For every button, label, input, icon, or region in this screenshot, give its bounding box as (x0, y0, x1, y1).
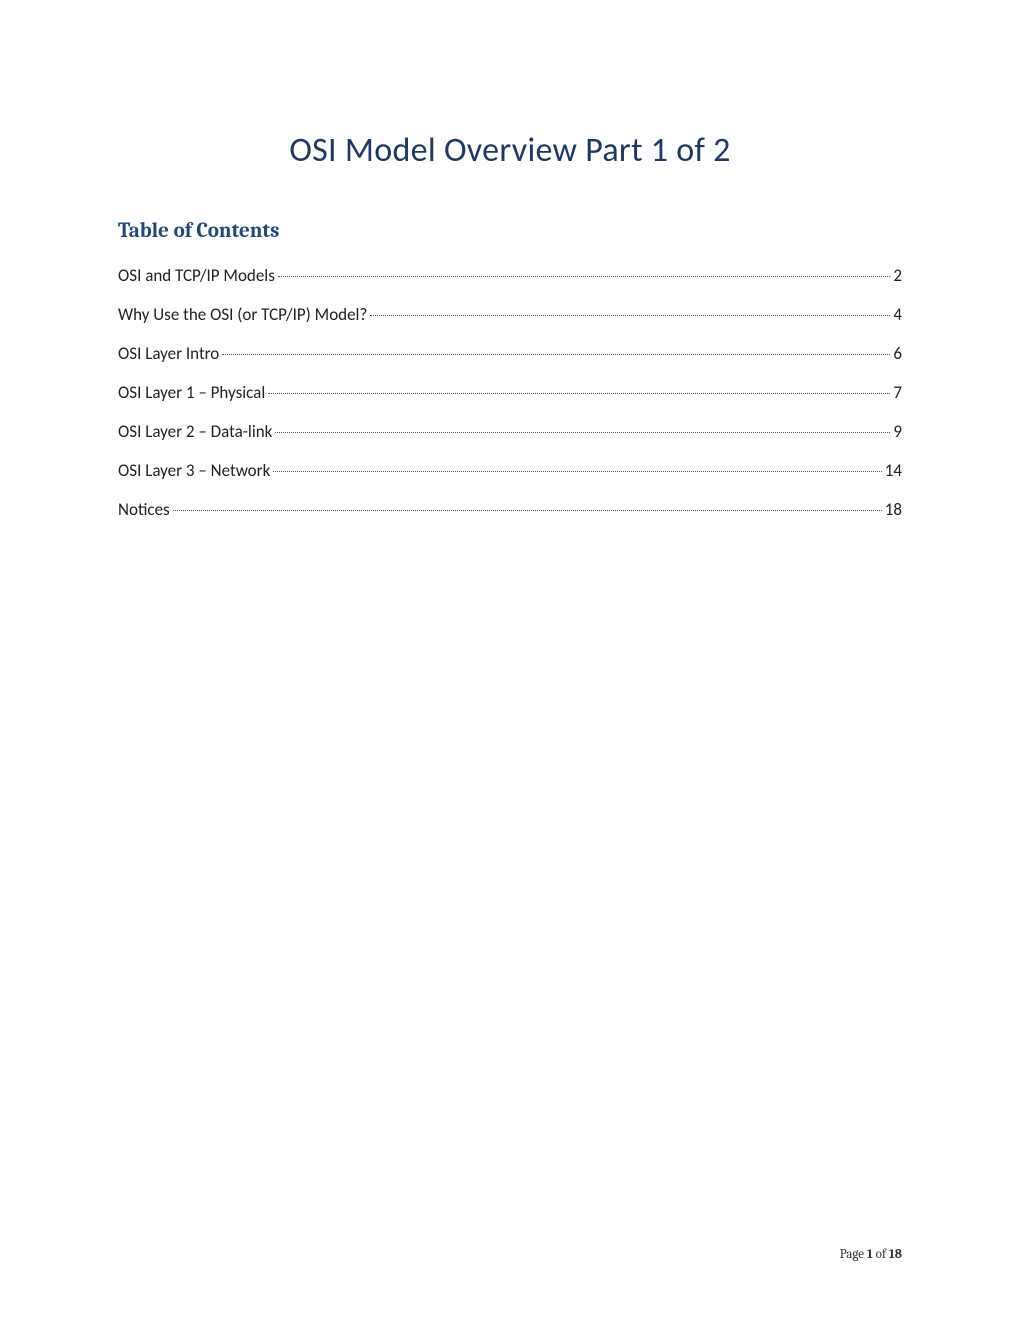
footer-prefix: Page (840, 1247, 867, 1262)
toc-page-number: 7 (893, 382, 902, 403)
toc-page-number: 2 (893, 265, 902, 286)
toc-entry[interactable]: Notices 18 (118, 499, 902, 520)
toc-leader (268, 393, 890, 394)
toc-label: OSI Layer 3 – Network (118, 460, 270, 481)
toc-heading: Table of Contents (118, 219, 902, 243)
toc-leader (370, 315, 890, 316)
toc-leader (273, 471, 881, 472)
toc-leader (278, 276, 891, 277)
document-title: OSI Model Overview Part 1 of 2 (118, 130, 902, 171)
footer-of: of (873, 1247, 889, 1262)
toc-label: OSI and TCP/IP Models (118, 265, 275, 286)
toc-page-number: 14 (885, 460, 902, 481)
toc-leader (173, 510, 882, 511)
footer-total-pages: 18 (889, 1247, 902, 1262)
toc-page-number: 6 (893, 343, 902, 364)
toc-page-number: 4 (893, 304, 902, 325)
document-page: OSI Model Overview Part 1 of 2 Table of … (0, 0, 1020, 520)
toc-entry[interactable]: Why Use the OSI (or TCP/IP) Model? 4 (118, 304, 902, 325)
toc-entry[interactable]: OSI and TCP/IP Models 2 (118, 265, 902, 286)
toc-label: OSI Layer 1 – Physical (118, 382, 265, 403)
toc-page-number: 9 (893, 421, 902, 442)
toc-entry[interactable]: OSI Layer Intro 6 (118, 343, 902, 364)
toc-entry[interactable]: OSI Layer 3 – Network 14 (118, 460, 902, 481)
toc-label: OSI Layer Intro (118, 343, 219, 364)
toc-leader (275, 432, 890, 433)
toc-label: OSI Layer 2 – Data-link (118, 421, 272, 442)
toc-leader (222, 354, 890, 355)
toc-label: Notices (118, 499, 170, 520)
page-footer: Page 1 of 18 (840, 1247, 902, 1262)
toc-entry[interactable]: OSI Layer 2 – Data-link 9 (118, 421, 902, 442)
toc-label: Why Use the OSI (or TCP/IP) Model? (118, 304, 367, 325)
toc-page-number: 18 (885, 499, 902, 520)
toc-entry[interactable]: OSI Layer 1 – Physical 7 (118, 382, 902, 403)
toc-list: OSI and TCP/IP Models 2 Why Use the OSI … (118, 265, 902, 520)
